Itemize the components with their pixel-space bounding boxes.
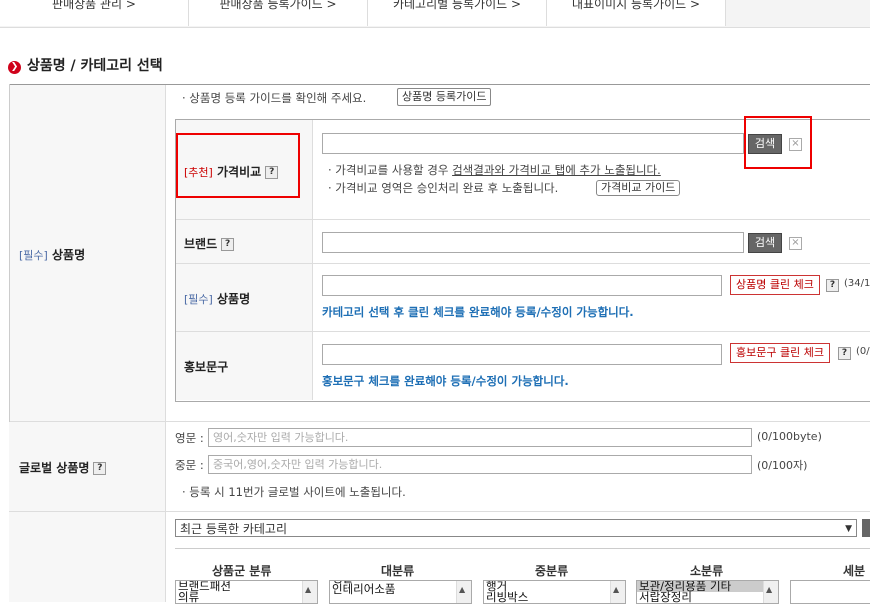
list-item[interactable]: 서랍장정리: [637, 591, 778, 603]
col-header-large: 대분류: [381, 564, 415, 578]
tab-label: 판매상품 관리 >: [52, 0, 136, 11]
required-tag: [필수]: [19, 249, 48, 262]
cn-counter: (0/100자): [757, 459, 808, 472]
promo-label: 홍보문구: [184, 360, 229, 374]
en-name-input[interactable]: 영어,숫자만 입력 가능합니다.: [208, 428, 752, 447]
tab-label: 대표이미지 등록가이드 >: [571, 0, 701, 11]
col-header-group: 상품군 분류: [212, 564, 272, 578]
price-compare-guide-button[interactable]: 가격비교 가이드: [596, 180, 681, 196]
global-name-header: 글로벌 상품명?: [9, 422, 166, 512]
label-text: 브랜드: [184, 237, 218, 251]
close-icon[interactable]: ×: [789, 237, 802, 250]
divider: [165, 421, 870, 422]
price-compare-input[interactable]: [322, 133, 744, 154]
help-icon[interactable]: ?: [838, 347, 851, 360]
name-guide-button[interactable]: 상품명 등록가이드: [397, 88, 492, 106]
chevron-down-icon: ▼: [845, 524, 852, 534]
price-compare-note1: · 가격비교를 사용할 경우 검색결과와 가격비교 탭에 추가 노출됩니다.: [328, 162, 661, 178]
divider: [176, 219, 870, 220]
tab-product-register-guide[interactable]: 판매상품 등록가이드 >: [189, 0, 368, 26]
name-clean-check-button[interactable]: 상품명 클린 체크: [730, 275, 820, 295]
section-title: ❯ 상품명 / 카테고리 선택: [8, 55, 163, 75]
brand-label: 브랜드?: [184, 235, 235, 252]
name-input[interactable]: [322, 275, 722, 296]
scrollbar[interactable]: [456, 581, 471, 603]
chevron-right-icon: ❯: [8, 61, 21, 74]
divider: [165, 511, 870, 512]
category-list-detail[interactable]: [790, 580, 870, 604]
list-item[interactable]: 리빙박스: [484, 591, 625, 603]
col-header-detail: 세분: [843, 564, 866, 578]
price-compare-note2: · 가격비교 영역은 승인처리 완료 후 노출됩니다.: [328, 181, 559, 195]
global-name-label: 글로벌 상품명?: [19, 459, 107, 476]
label-text: 상품명: [52, 248, 86, 262]
brand-input[interactable]: [322, 232, 744, 253]
name-label: [필수] 상품명: [184, 290, 250, 307]
en-counter: (0/100byte): [757, 430, 822, 443]
recent-category-button[interactable]: [862, 519, 870, 537]
product-name-header: [필수] 상품명: [9, 85, 166, 422]
divider: [176, 263, 870, 264]
label-text: 글로벌 상품명: [19, 461, 90, 475]
name-counter: (34/1: [844, 278, 870, 289]
cn-label: 중문 :: [175, 458, 204, 472]
scrollbar[interactable]: [302, 581, 317, 603]
note-link[interactable]: 검색결과와 가격비교 탭에 추가 노출됩니다.: [452, 163, 661, 177]
tab-product-manage[interactable]: 판매상품 관리 >: [0, 0, 189, 26]
name-note: 카테고리 선택 후 클린 체크를 완료해야 등록/수정이 가능합니다.: [322, 305, 634, 319]
brand-search-button[interactable]: 검색: [748, 233, 782, 253]
help-icon[interactable]: ?: [826, 279, 839, 292]
scrollbar[interactable]: [763, 581, 778, 603]
col-header-small: 소분류: [690, 564, 724, 578]
promo-counter: (0/: [856, 346, 870, 357]
tab-image-guide[interactable]: 대표이미지 등록가이드 >: [547, 0, 726, 26]
en-label: 영문 :: [175, 431, 204, 445]
divider: [175, 548, 870, 549]
product-name-label: [필수] 상품명: [19, 246, 85, 263]
category-list-medium[interactable]: 행거 리빙박스: [483, 580, 626, 604]
tab-label: 판매상품 등록가이드 >: [219, 0, 337, 11]
help-icon[interactable]: ?: [93, 462, 107, 475]
category-header: [9, 512, 166, 602]
top-tab-bar: 판매상품 관리 > 판매상품 등록가이드 > 카테고리별 등록가이드 > 대표이…: [0, 0, 870, 28]
recent-category-select[interactable]: 최근 등록한 카테고리 ▼: [175, 519, 857, 537]
scrollbar[interactable]: [610, 581, 625, 603]
global-note: · 등록 시 11번가 글로벌 사이트에 노출됩니다.: [182, 485, 406, 499]
tab-category-guide[interactable]: 카테고리별 등록가이드 >: [368, 0, 547, 26]
promo-note: 홍보문구 체크를 완료해야 등록/수정이 가능합니다.: [322, 374, 569, 388]
promo-input[interactable]: [322, 344, 722, 365]
list-item[interactable]: 의류: [176, 591, 317, 603]
promo-clean-check-button[interactable]: 홍보문구 클린 체크: [730, 343, 830, 363]
category-list-large[interactable]: 생활 인테리어소품: [329, 580, 472, 604]
label-text: 상품명: [217, 292, 251, 306]
select-value: 최근 등록한 카테고리: [180, 522, 287, 536]
highlight-box: [744, 116, 812, 169]
category-list-small[interactable]: 보관/정리용품 기타 서랍장정리: [636, 580, 779, 604]
cn-name-input[interactable]: 중국어,영어,숫자만 입력 가능합니다.: [208, 455, 752, 474]
section-title-text: 상품명 / 카테고리 선택: [27, 58, 163, 74]
list-item[interactable]: 인테리어소품: [330, 583, 471, 595]
note-text: · 가격비교를 사용할 경우: [328, 163, 453, 177]
highlight-box: [176, 133, 300, 198]
divider: [176, 331, 870, 332]
help-icon[interactable]: ?: [221, 238, 235, 251]
required-tag: [필수]: [184, 293, 213, 306]
name-guide-text: · 상품명 등록 가이드를 확인해 주세요.: [182, 91, 367, 105]
tab-label: 카테고리별 등록가이드 >: [392, 0, 522, 11]
col-header-medium: 중분류: [535, 564, 569, 578]
category-list-group[interactable]: 브랜드패션 의류: [175, 580, 318, 604]
